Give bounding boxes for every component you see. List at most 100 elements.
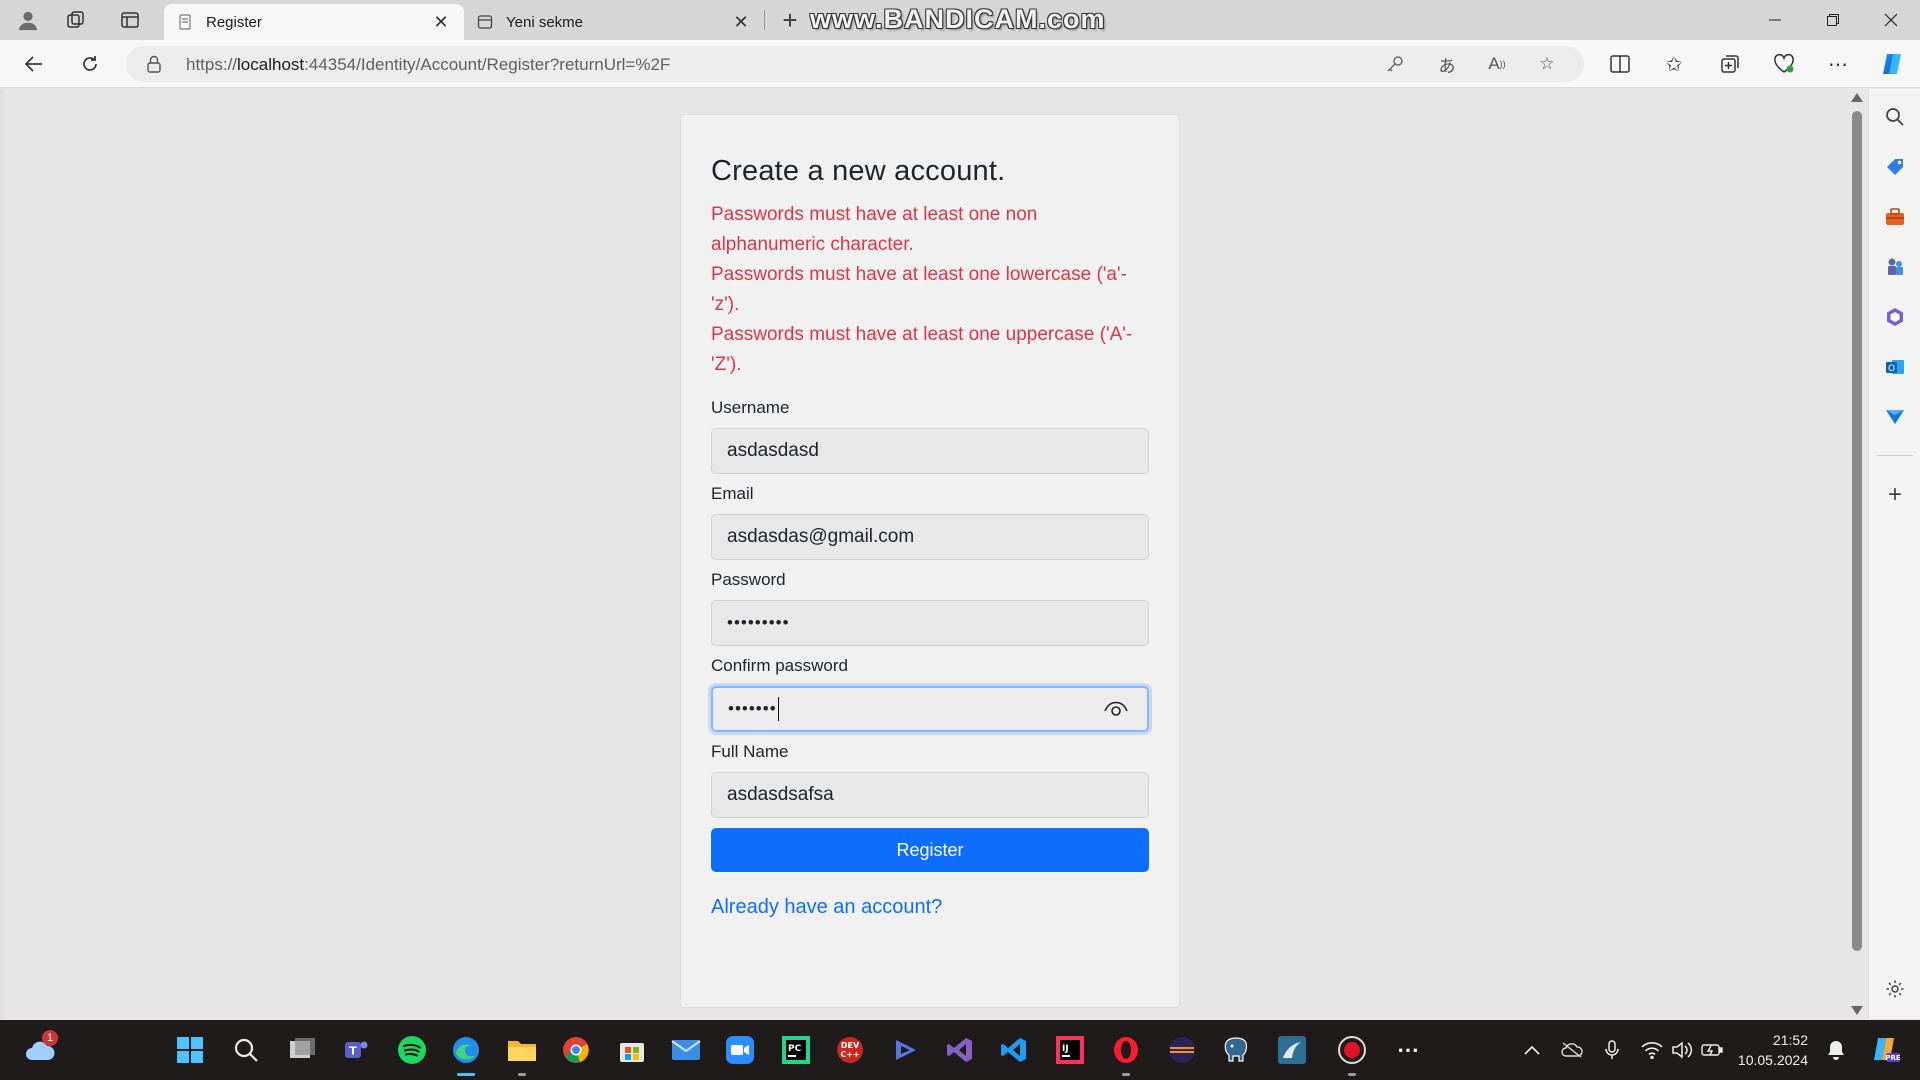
password-group: Password ••••••••• (711, 570, 1149, 646)
more-apps-icon[interactable]: ⋯ (1390, 1032, 1426, 1068)
svg-text:PC: PC (788, 1044, 802, 1054)
minimize-icon[interactable] (1752, 0, 1798, 40)
reveal-password-eye-icon[interactable] (1103, 698, 1129, 722)
favorites-icon[interactable]: ✩ (1656, 48, 1692, 80)
more-options-icon[interactable]: ⋯ (1820, 48, 1856, 80)
read-aloud-icon[interactable]: A)) (1482, 50, 1512, 78)
scroll-up-arrow-icon[interactable] (1851, 93, 1863, 102)
microsoft-store-icon[interactable] (614, 1032, 650, 1068)
volume-icon[interactable] (1670, 1038, 1694, 1062)
show-hidden-icons-chevron-icon[interactable] (1520, 1038, 1544, 1062)
workspaces-icon[interactable] (60, 4, 92, 36)
favorite-star-icon[interactable]: ☆ (1532, 50, 1562, 78)
tab-register[interactable]: Register ✕ (164, 4, 464, 40)
profile-icon[interactable] (12, 4, 44, 36)
notification-bell-icon[interactable] (1824, 1038, 1848, 1062)
start-windows-icon[interactable] (172, 1032, 208, 1068)
battery-icon[interactable] (1700, 1038, 1724, 1062)
task-view-icon[interactable] (284, 1032, 320, 1068)
system-clock[interactable]: 21:52 10.05.2024 (1728, 1030, 1808, 1070)
email-label: Email (711, 484, 754, 503)
notification-count-badge: 1 (42, 1030, 58, 1046)
file-explorer-icon[interactable] (504, 1032, 540, 1068)
teams-icon[interactable]: T (338, 1032, 374, 1068)
shopping-tag-icon[interactable] (1881, 153, 1909, 181)
page-title: Create a new account. (711, 155, 1006, 187)
email-input[interactable]: asdasdas@gmail.com (711, 514, 1149, 560)
confirm-password-input[interactable]: ••••••• (711, 686, 1149, 732)
collections-icon[interactable] (1712, 48, 1748, 80)
visual-studio-icon[interactable] (942, 1032, 978, 1068)
full-name-label: Full Name (711, 742, 789, 761)
window-close-icon[interactable] (1868, 0, 1914, 40)
search-icon[interactable] (1881, 103, 1909, 131)
wifi-icon[interactable] (1640, 1038, 1664, 1062)
scroll-down-arrow-icon[interactable] (1851, 1006, 1863, 1015)
chrome-icon[interactable] (558, 1032, 594, 1068)
svg-text:C++: C++ (840, 1050, 859, 1059)
outlook-icon[interactable]: O (1881, 353, 1909, 381)
password-input[interactable]: ••••••••• (711, 600, 1149, 646)
svg-text:IJ: IJ (1062, 1044, 1069, 1054)
close-icon[interactable]: ✕ (730, 11, 752, 33)
copilot-icon[interactable] (1874, 48, 1910, 80)
bandicut-icon[interactable] (888, 1032, 924, 1068)
mysql-workbench-icon[interactable] (1274, 1032, 1310, 1068)
lock-icon[interactable] (146, 55, 164, 73)
address-bar[interactable]: https://localhost:44354/Identity/Account… (126, 46, 1584, 82)
tools-briefcase-icon[interactable] (1881, 203, 1909, 231)
eclipse-icon[interactable] (1164, 1032, 1200, 1068)
microphone-icon[interactable] (1600, 1038, 1624, 1062)
split-screen-icon[interactable] (1602, 48, 1638, 80)
restore-icon[interactable] (1810, 0, 1856, 40)
spotify-icon[interactable] (394, 1032, 430, 1068)
login-link[interactable]: Already have an account? (711, 896, 1149, 919)
zoom-icon[interactable] (722, 1032, 758, 1068)
add-sidebar-app-icon[interactable]: + (1881, 481, 1909, 509)
drop-send-icon[interactable] (1881, 403, 1909, 431)
clock-date: 10.05.2024 (1737, 1052, 1808, 1068)
tab-new[interactable]: Yeni sekme ✕ (464, 4, 764, 40)
new-tab-page-icon (476, 13, 494, 31)
refresh-icon[interactable] (72, 48, 108, 80)
register-button[interactable]: Register (711, 828, 1149, 872)
running-app-indicator (1348, 1073, 1356, 1076)
vertical-tabs-icon[interactable] (114, 4, 146, 36)
username-input[interactable]: asdasdasd (711, 428, 1149, 474)
postgresql-elephant-icon[interactable] (1218, 1032, 1254, 1068)
page-viewport: Create a new account. Passwords must hav… (0, 89, 1868, 1019)
close-icon[interactable]: ✕ (430, 11, 452, 33)
back-icon[interactable] (16, 48, 52, 80)
text-caret (777, 697, 779, 721)
url-text[interactable]: https://localhost:44354/Identity/Account… (186, 55, 670, 75)
email-group: Email asdasdas@gmail.com (711, 484, 1149, 560)
validation-error: Passwords must have at least one non alp… (711, 204, 1038, 255)
devcpp-icon[interactable]: DEV C++ (832, 1032, 868, 1068)
scrollbar-thumb[interactable] (1852, 111, 1862, 951)
mail-icon[interactable] (668, 1032, 704, 1068)
games-chess-icon[interactable] (1881, 253, 1909, 281)
bandicam-record-icon[interactable] (1334, 1032, 1370, 1068)
intellij-icon[interactable]: IJ (1052, 1032, 1088, 1068)
taskbar-search-icon[interactable] (228, 1032, 264, 1068)
edge-sidebar: O + (1868, 89, 1920, 1019)
onedrive-cloud-icon[interactable] (1560, 1038, 1584, 1062)
vscode-icon[interactable] (996, 1032, 1032, 1068)
full-name-input[interactable]: asdasdsafsa (711, 772, 1149, 818)
new-tab-icon[interactable]: + (774, 4, 806, 36)
validation-error: Passwords must have at least one upperca… (711, 324, 1133, 375)
confirm-password-value: ••••••• (728, 699, 777, 718)
translate-icon[interactable]: あ (1432, 50, 1462, 78)
sidebar-settings-gear-icon[interactable] (1881, 975, 1909, 1003)
page-scrollbar[interactable] (1846, 89, 1868, 1019)
copilot-preview-icon[interactable]: PRE (1868, 1038, 1902, 1062)
confirm-password-group: Confirm password ••••••• (711, 656, 1149, 732)
opera-icon[interactable] (1108, 1032, 1144, 1068)
pycharm-icon[interactable]: PC (778, 1032, 814, 1068)
taskbar: 1 T PC DEV C++ IJ ⋯ 21:52 10.05.2024 PRE (0, 1020, 1920, 1080)
sidebar-divider (1877, 455, 1913, 456)
edge-browser-icon[interactable] (448, 1032, 484, 1068)
microsoft-365-icon[interactable] (1881, 303, 1909, 331)
password-key-icon[interactable] (1380, 50, 1410, 78)
browser-essentials-icon[interactable] (1766, 48, 1802, 80)
